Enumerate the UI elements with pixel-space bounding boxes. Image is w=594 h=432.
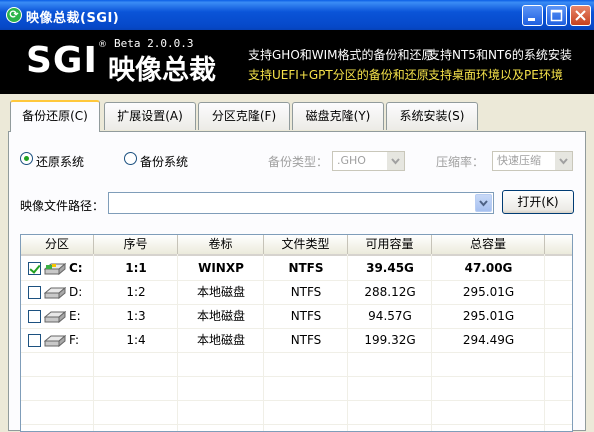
row-index: 1:3: [126, 309, 146, 323]
chevron-down-icon: [387, 152, 404, 170]
column-header-filesystem[interactable]: 文件类型: [264, 235, 348, 254]
title-bar[interactable]: ⟳ 映像总裁(SGI): [0, 0, 594, 30]
backup-label[interactable]: 备份系统: [140, 153, 188, 170]
column-header-label[interactable]: 卷标: [178, 235, 264, 254]
row-label: 本地磁盘: [196, 285, 245, 299]
open-button[interactable]: 打开(K): [502, 190, 574, 214]
row-total: 47.00G: [464, 261, 513, 275]
window-title: 映像总裁(SGI): [26, 11, 120, 26]
maximize-button[interactable]: [546, 5, 567, 26]
image-path-input[interactable]: [108, 192, 494, 214]
table-row[interactable]: E: 1:3 本地磁盘 NTFS 94.57G 295.01G: [21, 305, 572, 328]
chevron-down-icon[interactable]: [475, 194, 492, 212]
row-drive: F:: [69, 333, 80, 347]
hard-drive-icon: [44, 310, 66, 324]
logo-chinese: 映像总裁: [108, 55, 216, 86]
row-label: 本地磁盘: [196, 309, 245, 323]
row-label: WINXP: [198, 261, 244, 275]
backup-type-label: 备份类型：: [268, 155, 329, 169]
row-free: 39.45G: [366, 261, 414, 275]
feature-line-2a: 支持UEFI+GPT分区的备份和还原: [248, 68, 429, 82]
row-total: 295.01G: [462, 309, 515, 323]
row-drive: E:: [69, 309, 81, 323]
feature-line-1a: 支持GHO和WIM格式的备份和还原: [248, 48, 434, 62]
hard-drive-icon: [44, 334, 66, 348]
row-index: 1:4: [126, 333, 146, 347]
column-header-total[interactable]: 总容量: [432, 235, 545, 254]
feature-line-1b: 支持NT5和NT6的系统安装: [428, 48, 572, 62]
hard-drive-icon: [44, 286, 66, 300]
row-checkbox[interactable]: [28, 286, 41, 299]
backup-radio[interactable]: [124, 152, 137, 165]
tab-extended-settings[interactable]: 扩展设置(A): [104, 102, 196, 130]
row-free: 199.32G: [364, 333, 416, 347]
list-header: 分区 序号 卷标 文件类型 可用容量 总容量: [21, 235, 572, 256]
restore-radio[interactable]: [20, 152, 33, 165]
row-drive: C:: [69, 261, 83, 275]
tab-backup-restore[interactable]: 备份还原(C): [10, 100, 100, 132]
compress-value: 快速压缩: [497, 154, 541, 167]
restore-label[interactable]: 还原系统: [36, 153, 84, 170]
row-free: 94.57G: [368, 309, 412, 323]
row-checkbox[interactable]: [28, 334, 41, 347]
chevron-down-icon: [555, 152, 572, 170]
row-label: 本地磁盘: [196, 333, 245, 347]
row-index: 1:2: [126, 285, 146, 299]
backup-type-select[interactable]: .GHO: [332, 151, 405, 171]
tab-partition-clone[interactable]: 分区克隆(F): [198, 102, 290, 130]
minimize-button[interactable]: [522, 5, 543, 26]
partition-list[interactable]: 分区 序号 卷标 文件类型 可用容量 总容量 C: 1:1 WINXP NTFS…: [20, 234, 573, 432]
feature-line-2b: 支持桌面环境以及PE环境: [428, 68, 563, 82]
backup-type-value: .GHO: [337, 154, 366, 167]
image-path-label: 映像文件路径：: [20, 199, 105, 213]
compress-label: 压缩率：: [436, 155, 485, 169]
registered-mark: ®: [98, 40, 107, 50]
row-checkbox[interactable]: [28, 262, 41, 275]
row-total: 294.49G: [462, 333, 515, 347]
column-header-free[interactable]: 可用容量: [348, 235, 432, 254]
close-button[interactable]: [570, 5, 591, 26]
column-header-index[interactable]: 序号: [94, 235, 178, 254]
row-filesystem: NTFS: [290, 285, 322, 299]
hard-drive-icon: [44, 262, 66, 276]
row-total: 295.01G: [462, 285, 515, 299]
tab-system-install[interactable]: 系统安装(S): [386, 102, 478, 130]
tab-disk-clone[interactable]: 磁盘克隆(Y): [292, 102, 384, 130]
table-row[interactable]: C: 1:1 WINXP NTFS 39.45G 47.00G: [21, 257, 572, 280]
row-index: 1:1: [125, 261, 147, 275]
row-checkbox[interactable]: [28, 310, 41, 323]
row-filesystem: NTFS: [290, 333, 322, 347]
row-filesystem: NTFS: [290, 309, 322, 323]
column-header-partition[interactable]: 分区: [21, 235, 94, 254]
app-refresh-icon: ⟳: [6, 7, 22, 23]
row-drive: D:: [69, 285, 83, 299]
sgi-logo: SGI: [26, 40, 98, 81]
compress-select[interactable]: 快速压缩: [492, 151, 573, 171]
table-row[interactable]: D: 1:2 本地磁盘 NTFS 288.12G 295.01G: [21, 281, 572, 304]
table-row[interactable]: F: 1:4 本地磁盘 NTFS 199.32G 294.49G: [21, 329, 572, 352]
row-filesystem: NTFS: [288, 261, 324, 275]
row-free: 288.12G: [364, 285, 416, 299]
